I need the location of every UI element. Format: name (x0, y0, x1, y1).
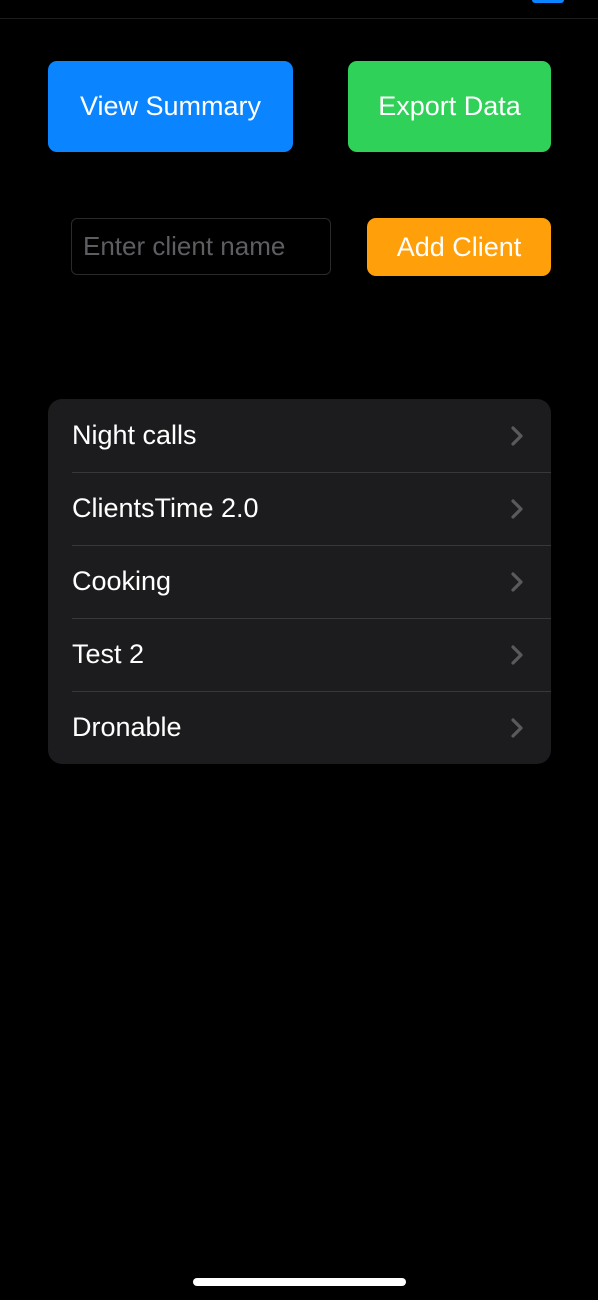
client-name-label: Night calls (72, 420, 197, 450)
top-toolbar-button[interactable] (532, 0, 564, 3)
add-client-button[interactable]: Add Client (367, 218, 551, 276)
client-name-label: Cooking (72, 566, 172, 596)
client-row-clientstime[interactable]: ClientsTime 2.0 (48, 472, 551, 545)
chevron-right-icon (511, 717, 523, 738)
client-row-test-2[interactable]: Test 2 (48, 618, 551, 691)
chevron-right-icon (511, 498, 523, 519)
client-name-label: Dronable (72, 712, 182, 742)
chevron-right-icon (511, 571, 523, 592)
client-row-cooking[interactable]: Cooking (48, 545, 551, 618)
chevron-right-icon (511, 425, 523, 446)
chevron-right-icon (511, 644, 523, 665)
home-indicator[interactable] (193, 1278, 406, 1286)
client-list-screen: View Summary Export Data Add Client Nigh… (0, 0, 598, 1300)
client-row-dronable[interactable]: Dronable (48, 691, 551, 764)
client-name-input[interactable] (71, 218, 331, 275)
navigation-divider (0, 18, 598, 19)
client-name-label: ClientsTime 2.0 (72, 493, 259, 523)
client-list: Night calls ClientsTime 2.0 Cooking Test… (48, 399, 551, 764)
client-row-night-calls[interactable]: Night calls (48, 399, 551, 472)
export-data-button[interactable]: Export Data (348, 61, 551, 152)
client-name-label: Test 2 (72, 639, 145, 669)
view-summary-button[interactable]: View Summary (48, 61, 293, 152)
